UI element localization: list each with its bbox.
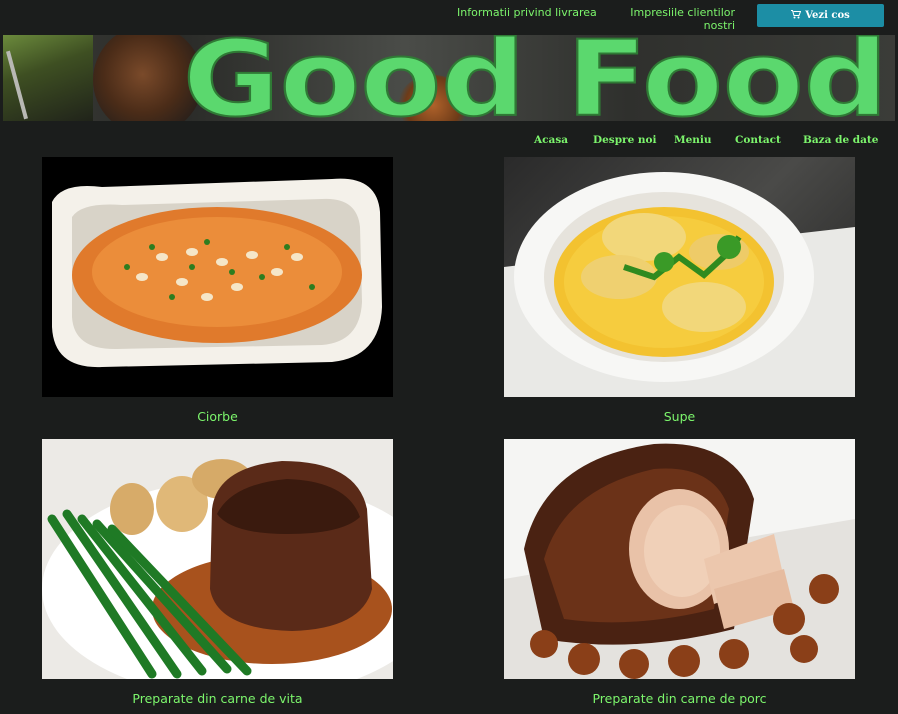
delivery-info-link[interactable]: Informatii privind livrarea [457, 6, 597, 19]
top-bar: Informatii privind livrarea Impresiile c… [0, 0, 898, 34]
nav-item-meniu[interactable]: Meniu [674, 134, 712, 146]
site-title: Good Food [183, 35, 888, 121]
category-label-vita[interactable]: Preparate din carne de vita [42, 691, 393, 706]
category-label-supe[interactable]: Supe [504, 409, 855, 424]
nav-item-acasa[interactable]: Acasa [534, 134, 568, 146]
nav-item-contact[interactable]: Contact [735, 134, 781, 146]
category-card-ciorbe[interactable]: Ciorbe [42, 157, 393, 424]
shopping-cart-icon [791, 9, 802, 22]
supe-photo[interactable] [504, 157, 855, 397]
vita-photo[interactable] [42, 439, 393, 679]
customer-reviews-link[interactable]: Impresiile clientilor nostri [612, 6, 735, 32]
category-label-porc[interactable]: Preparate din carne de porc [504, 691, 855, 706]
site-logo: Good Food [183, 35, 889, 121]
category-card-supe[interactable]: Supe [504, 157, 855, 424]
nav-item-despre-noi[interactable]: Despre noi [593, 134, 657, 146]
category-card-porc[interactable]: Preparate din carne de porc [504, 439, 855, 706]
main-nav: Acasa Despre noi Meniu Contact Baza de d… [0, 134, 898, 150]
ciorbe-photo[interactable] [42, 157, 393, 397]
banner: Good Food [3, 35, 895, 121]
porc-photo[interactable] [504, 439, 855, 679]
nav-item-baza-de-date[interactable]: Baza de date [803, 134, 878, 146]
view-cart-button[interactable]: Vezi cos [757, 4, 884, 27]
category-card-vita[interactable]: Preparate din carne de vita [42, 439, 393, 706]
view-cart-label: Vezi cos [805, 10, 850, 21]
category-label-ciorbe[interactable]: Ciorbe [42, 409, 393, 424]
